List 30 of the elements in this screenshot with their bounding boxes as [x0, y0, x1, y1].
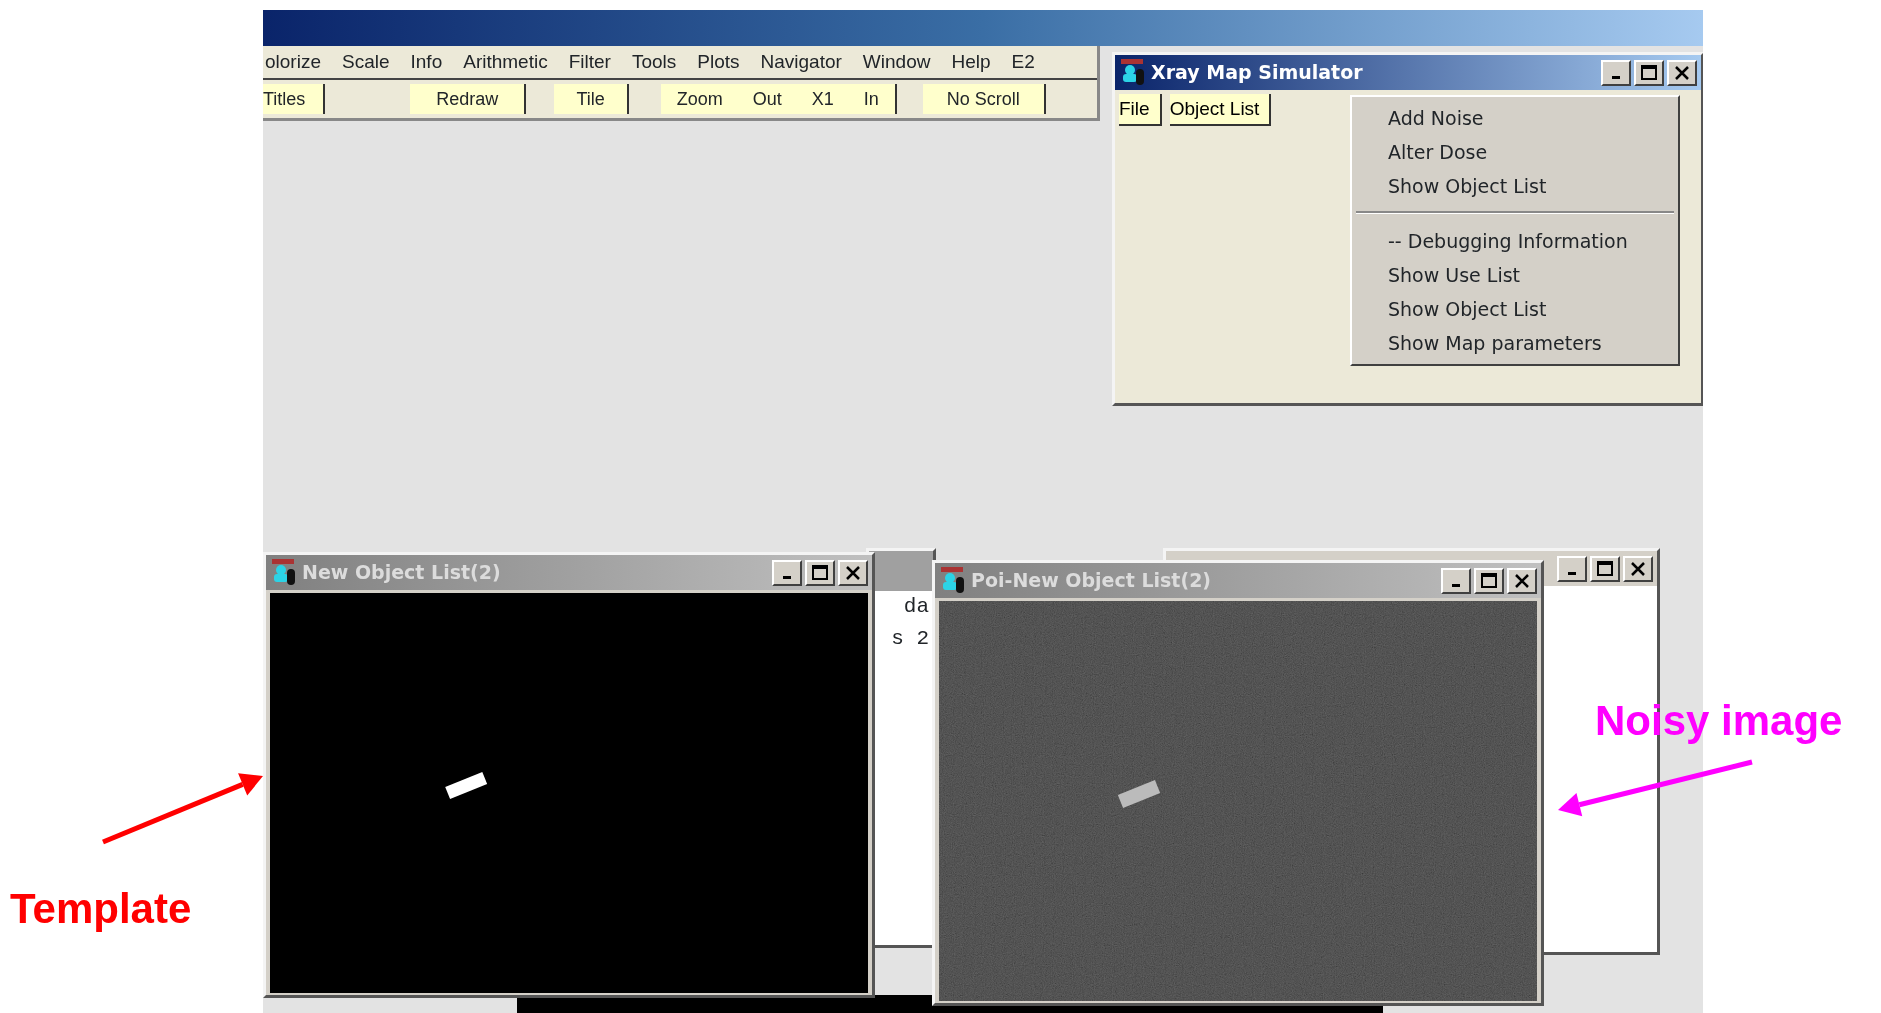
- menu-item[interactable]: Plots: [697, 47, 740, 77]
- window-title: Xray Map Simulator: [1151, 60, 1363, 86]
- menu-item[interactable]: Filter: [568, 47, 611, 77]
- menu-item[interactable]: Help: [951, 47, 991, 77]
- menu-button[interactable]: File: [1119, 94, 1162, 126]
- menu-item[interactable]: Show Object List: [1352, 292, 1678, 326]
- menu-item[interactable]: -- Debugging Information: [1352, 224, 1678, 258]
- menu-item[interactable]: Navigator: [760, 47, 842, 77]
- toolbar-button[interactable]: Out: [752, 85, 782, 113]
- menu-item[interactable]: Add Noise: [1352, 101, 1678, 135]
- toolbar-button[interactable]: In: [863, 85, 879, 113]
- text-line: s 2: [890, 626, 930, 652]
- menu-item[interactable]: Show Map parameters: [1352, 326, 1678, 360]
- menu-button[interactable]: Object List: [1169, 94, 1272, 126]
- menu-item[interactable]: Window: [862, 47, 931, 77]
- menu-item[interactable]: olorize: [265, 47, 321, 77]
- menu-item[interactable]: Scale: [342, 47, 390, 77]
- menu-item[interactable]: Show Use List: [1352, 258, 1678, 292]
- window-title: Poi-New Object List(2): [971, 568, 1212, 594]
- toolbar-button[interactable]: X1: [811, 85, 834, 113]
- menu-item[interactable]: Tools: [631, 47, 677, 77]
- menu-item[interactable]: Arithmetic: [463, 47, 548, 77]
- menu-item[interactable]: Info: [410, 47, 443, 77]
- toolbar-button[interactable]: Zoom: [676, 85, 723, 113]
- menu-item[interactable]: Show Object List: [1352, 169, 1678, 203]
- window-title: New Object List(2): [302, 560, 501, 586]
- menu-item[interactable]: Alter Dose: [1352, 135, 1678, 169]
- menu-item[interactable]: E2: [1011, 47, 1035, 77]
- text-line: da: [902, 594, 930, 620]
- annotation-label: Template: [10, 888, 192, 930]
